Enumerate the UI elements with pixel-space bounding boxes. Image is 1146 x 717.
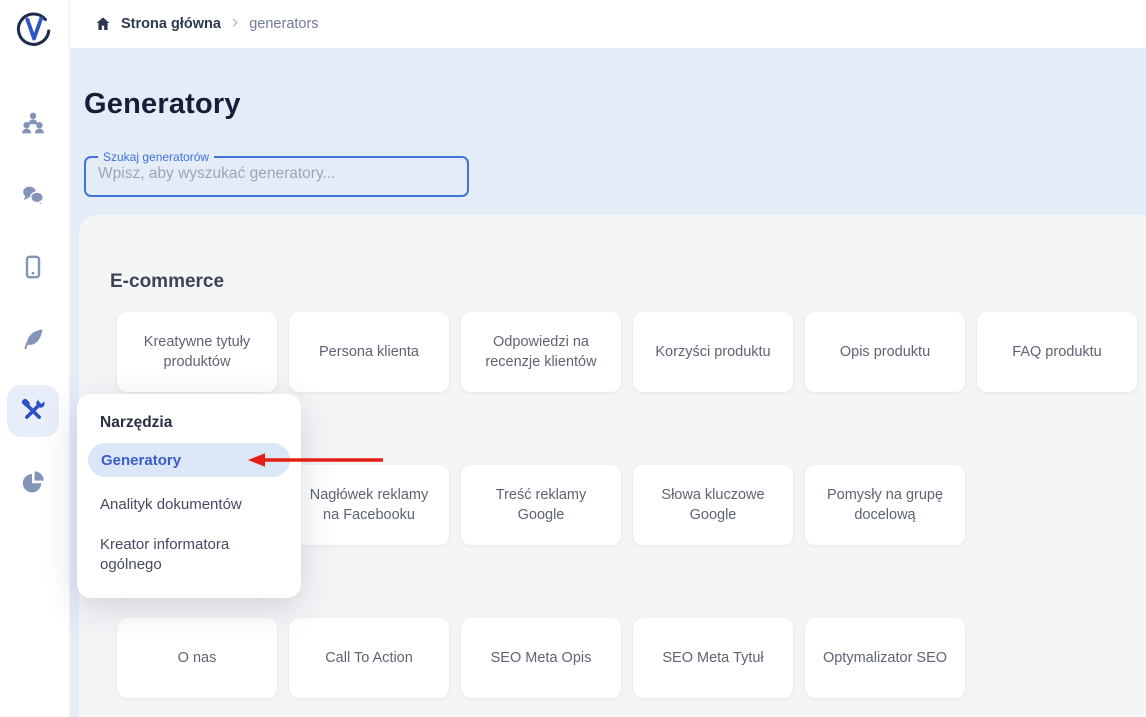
generator-card[interactable]: Opis produktu [805, 312, 965, 392]
section-title-ecommerce: E-commerce [110, 271, 224, 293]
sidebar [0, 0, 70, 717]
generator-card[interactable]: Nagłówek reklamy na Facebooku [289, 465, 449, 545]
generator-card[interactable]: FAQ produktu [977, 312, 1137, 392]
generator-card[interactable]: Pomysły na grupę docelową [805, 465, 965, 545]
generator-card[interactable]: Odpowiedzi na recenzje klientów [461, 312, 621, 392]
generator-card[interactable]: SEO Meta Opis [461, 618, 621, 698]
topbar: Strona główna › generators [70, 0, 1146, 49]
breadcrumb-current: generators [249, 16, 318, 32]
generator-card[interactable]: Kreatywne tytuły produktów [117, 312, 277, 392]
generator-card[interactable]: Słowa kluczowe Google [633, 465, 793, 545]
search-label: Szukaj generatorów [98, 151, 214, 163]
menu-item-analityk-dokumentow[interactable]: Analityk dokumentów [100, 495, 242, 515]
generator-card[interactable]: Korzyści produktu [633, 312, 793, 392]
search-field: Szukaj generatorów [84, 151, 469, 197]
tools-menu-title: Narzędzia [100, 414, 172, 432]
app-logo[interactable] [15, 11, 53, 49]
feather-icon[interactable] [7, 313, 59, 365]
mobile-icon[interactable] [7, 241, 59, 293]
generator-card[interactable]: Optymalizator SEO [805, 618, 965, 698]
tools-menu-popup: Narzędzia Generatory Analityk dokumentów… [77, 394, 301, 598]
page-title: Generatory [84, 88, 241, 121]
generator-card[interactable]: Call To Action [289, 618, 449, 698]
generator-card[interactable]: Persona klienta [289, 312, 449, 392]
breadcrumb-home-label: Strona główna [121, 16, 221, 32]
generator-card[interactable]: SEO Meta Tytuł [633, 618, 793, 698]
generator-card[interactable]: O nas [117, 618, 277, 698]
breadcrumb: Strona główna › generators [94, 13, 319, 35]
home-icon [94, 15, 112, 33]
chevron-right-icon: › [230, 13, 240, 35]
menu-item-kreator-informatora[interactable]: Kreator informatora ogólnego [100, 535, 280, 575]
chat-icon[interactable] [7, 170, 59, 222]
pie-chart-icon[interactable] [7, 457, 59, 509]
tools-icon[interactable] [7, 385, 59, 437]
team-icon[interactable] [7, 97, 59, 149]
breadcrumb-home-link[interactable]: Strona główna [94, 15, 221, 33]
generator-card[interactable]: Treść reklamy Google [461, 465, 621, 545]
menu-item-generatory[interactable]: Generatory [88, 443, 290, 477]
search-input[interactable] [96, 163, 459, 183]
app-window: Strona główna › generators [0, 0, 1146, 717]
